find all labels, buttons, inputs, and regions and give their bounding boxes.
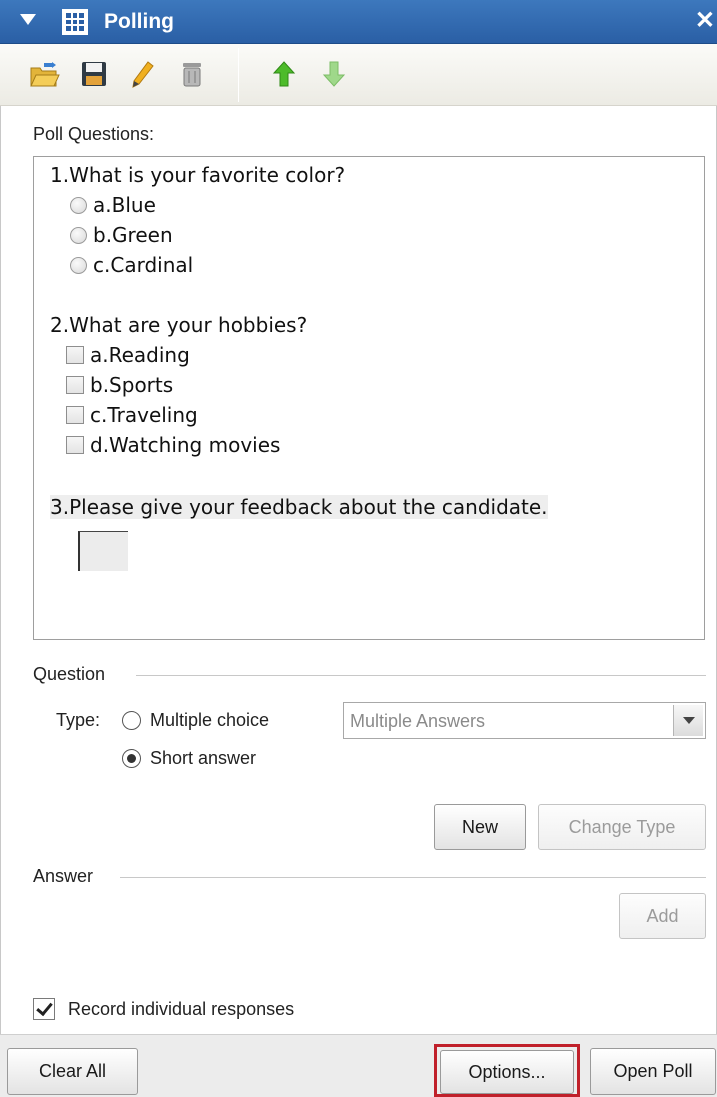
question-2-option[interactable]: d.Watching movies <box>66 433 280 457</box>
panel-titlebar: Polling ✕ <box>0 0 717 44</box>
question-divider <box>136 675 706 676</box>
question-1-option[interactable]: c.Cardinal <box>70 253 193 277</box>
question-2-option[interactable]: b.Sports <box>66 373 173 397</box>
close-icon[interactable]: ✕ <box>695 8 715 34</box>
short-answer-radio[interactable]: Short answer <box>122 748 256 769</box>
question-section-heading: Question <box>33 664 106 684</box>
change-type-button[interactable]: Change Type <box>538 804 706 850</box>
multiple-choice-radio[interactable]: Multiple choice <box>122 710 269 731</box>
answer-type-dropdown[interactable]: Multiple Answers <box>343 702 706 739</box>
options-button[interactable]: Options... <box>440 1050 574 1094</box>
radio-icon <box>70 226 87 244</box>
add-answer-button[interactable]: Add <box>619 893 706 939</box>
checkbox-icon <box>66 346 84 364</box>
move-down-arrow-icon[interactable] <box>320 60 348 88</box>
record-responses-checkbox[interactable] <box>33 998 55 1020</box>
poll-questions-label: Poll Questions: <box>33 124 155 144</box>
question-2-option[interactable]: c.Traveling <box>66 403 198 427</box>
collapse-triangle-icon[interactable] <box>20 14 36 25</box>
question-1-option[interactable]: a.Blue <box>70 193 156 217</box>
checkbox-icon <box>66 376 84 394</box>
question-2-option[interactable]: a.Reading <box>66 343 190 367</box>
question-3-text[interactable]: 3.Please give your feedback about the ca… <box>50 495 548 519</box>
question-2-text[interactable]: 2.What are your hobbies? <box>50 313 307 337</box>
checkbox-icon <box>66 406 84 424</box>
record-responses-label: Record individual responses <box>68 999 295 1019</box>
question-1-text[interactable]: 1.What is your favorite color? <box>50 163 345 187</box>
checkbox-icon <box>66 436 84 454</box>
short-answer-field[interactable] <box>78 531 128 571</box>
clear-all-button[interactable]: Clear All <box>7 1048 138 1095</box>
open-poll-button[interactable]: Open Poll <box>590 1048 716 1095</box>
new-button[interactable]: New <box>434 804 526 850</box>
chevron-down-icon[interactable] <box>673 705 703 736</box>
save-icon[interactable] <box>80 60 108 88</box>
edit-pencil-icon[interactable] <box>128 60 156 88</box>
answer-section-heading: Answer <box>33 866 94 886</box>
poll-questions-list[interactable]: 1.What is your favorite color? a.Blue b.… <box>33 156 705 640</box>
radio-icon <box>70 196 87 214</box>
type-label: Type: <box>56 710 101 730</box>
delete-trash-icon[interactable] <box>178 60 206 88</box>
move-up-arrow-icon[interactable] <box>270 60 298 88</box>
radio-selected-icon <box>122 749 141 768</box>
open-folder-icon[interactable] <box>30 60 60 88</box>
toolbar <box>0 44 717 106</box>
question-1-option[interactable]: b.Green <box>70 223 173 247</box>
radio-icon <box>70 256 87 274</box>
polling-app-icon <box>62 9 88 35</box>
toolbar-separator <box>238 48 239 102</box>
answer-divider <box>120 877 706 878</box>
panel-title: Polling <box>104 10 174 33</box>
radio-icon <box>122 711 141 730</box>
